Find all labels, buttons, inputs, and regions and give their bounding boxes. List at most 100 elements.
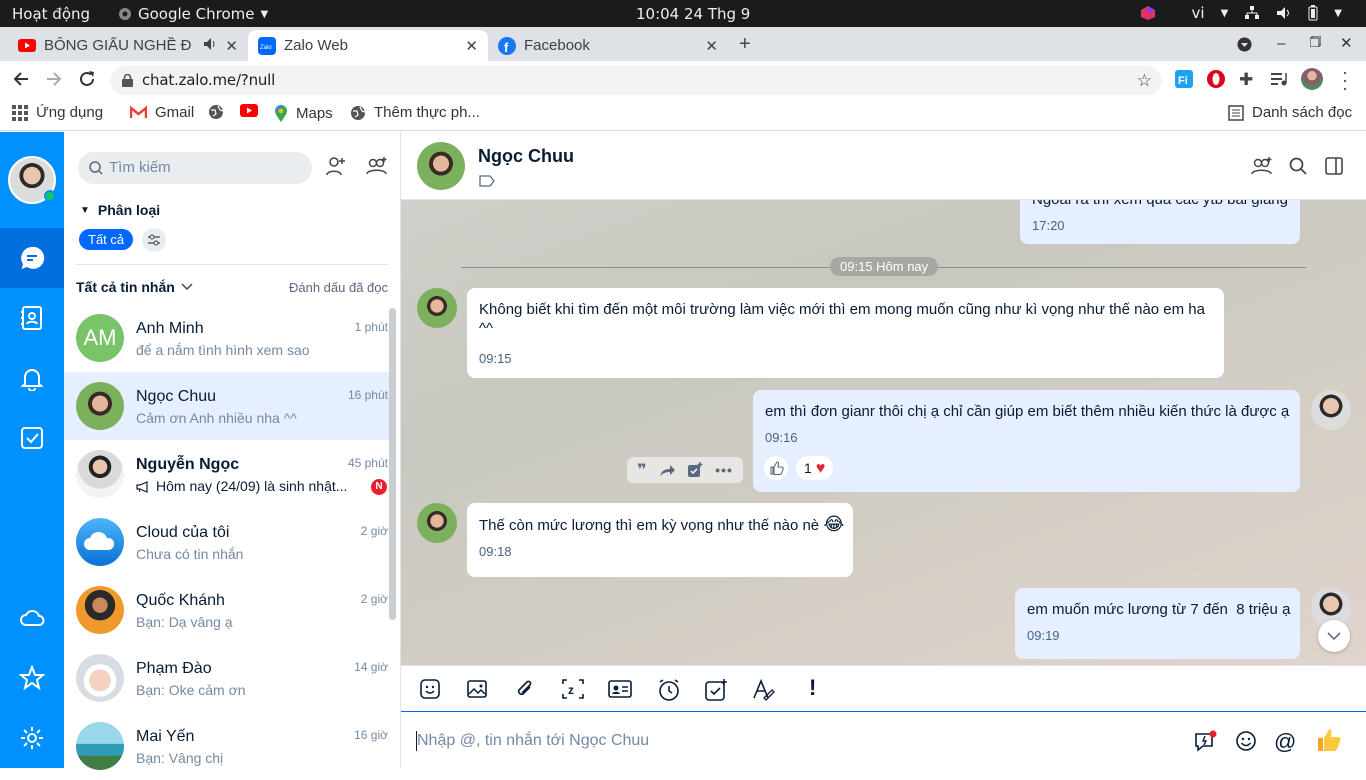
bookmark-globe[interactable] — [208, 104, 224, 120]
tab-youtube[interactable]: BÔNG GIẤU NGHỀ ĐI ✕ — [8, 30, 248, 61]
filter-all-chip[interactable]: Tất cả — [79, 229, 134, 250]
mark-read-link[interactable]: Đánh dấu đã đọc — [289, 280, 388, 295]
message-text: Thế còn mức lương thì em kỳ vọng như thế… — [479, 517, 820, 534]
close-icon[interactable]: ✕ — [465, 37, 478, 55]
unread-badge: N — [371, 479, 387, 495]
toggle-info-panel-icon[interactable] — [1325, 157, 1343, 175]
back-icon[interactable] — [12, 70, 30, 88]
message-input-placeholder: Nhập @, tin nhắn tới Ngọc Chuu — [417, 732, 650, 749]
emoji-icon[interactable] — [1235, 730, 1257, 752]
bookmark-maps[interactable]: Maps — [274, 104, 333, 122]
message-bubble-out[interactable]: Ngoài ra thì xem qua các ytb bài giảng 1… — [1020, 200, 1300, 244]
message-bubble-out[interactable]: em muốn mức lương từ 7 đến 8 triệu ạ 09:… — [1015, 588, 1300, 659]
message-input[interactable]: Nhập @, tin nhắn tới Ngọc Chuu @ — [401, 712, 1366, 768]
close-window-icon[interactable]: ✕ — [1340, 34, 1353, 52]
message-bubble-out[interactable]: em thì đơn gianr thôi chị ạ chỉ cần giúp… — [753, 390, 1300, 492]
network-icon — [1244, 6, 1260, 20]
profile-avatar[interactable] — [1301, 68, 1323, 90]
app-menu[interactable]: Google Chrome ▼ — [118, 5, 268, 23]
contact-name[interactable]: Ngọc Chuu — [478, 146, 574, 167]
reading-list[interactable]: Danh sách đọc — [1228, 104, 1352, 121]
minimize-icon[interactable]: – — [1277, 35, 1285, 52]
bookmark-apps[interactable]: Ứng dụng — [12, 104, 103, 121]
nav-contacts[interactable] — [0, 288, 64, 348]
more-options-icon[interactable]: ••• — [715, 462, 733, 478]
tab-zalo-web[interactable]: Zalo Zalo Web ✕ — [248, 30, 488, 61]
sticker-icon[interactable] — [419, 678, 441, 700]
all-messages-dropdown[interactable]: Tất cả tin nhắn — [76, 279, 193, 295]
like-reaction-button[interactable] — [764, 456, 788, 480]
contact-card-icon[interactable] — [608, 678, 632, 700]
lock-icon[interactable] — [122, 74, 133, 87]
close-icon[interactable]: ✕ — [225, 37, 238, 55]
share-icon[interactable] — [659, 463, 675, 477]
search-input[interactable]: Tìm kiếm — [78, 152, 312, 184]
conversation-item[interactable]: Cloud của tôi 2 giờ Chưa có tin nhắn — [64, 508, 391, 576]
nav-cloud[interactable] — [0, 588, 64, 648]
more-menu-icon[interactable]: · · · — [1342, 63, 1348, 97]
clock[interactable]: 10:04 24 Thg 9 — [636, 5, 750, 23]
mark-important-icon[interactable]: ! — [809, 675, 816, 701]
forward-icon[interactable] — [45, 70, 63, 88]
extension-fi-icon[interactable]: Fi — [1175, 70, 1193, 88]
nav-favorites[interactable] — [0, 648, 64, 708]
conversation-item[interactable]: Quốc Khánh 2 giờ Bạn: Dạ vâng ạ — [64, 576, 391, 644]
create-group-icon[interactable] — [366, 156, 388, 176]
message-bubble-in[interactable]: Không biết khi tìm đến một môi trường là… — [467, 288, 1224, 378]
address-bar[interactable]: chat.zalo.me/?null ☆ — [110, 66, 1162, 95]
tab-search-icon[interactable] — [1237, 37, 1252, 52]
new-tab-icon[interactable]: + — [739, 33, 751, 56]
tab-facebook[interactable]: f Facebook ✕ — [488, 30, 728, 61]
nav-notifications[interactable] — [0, 348, 64, 408]
conversation-item[interactable]: Nguyễn Ngọc 45 phút Hôm nay (24/09) là s… — [64, 440, 391, 508]
system-tray[interactable]: vi ▼ ▼ — [1140, 4, 1342, 22]
conversation-item[interactable]: Phạm Đào 14 giờ Bạn: Oke cảm ơn — [64, 644, 391, 712]
bookmark-gmail[interactable]: Gmail — [130, 104, 194, 121]
conversation-item[interactable]: Mai Yến 16 giờ Bạn: Vâng chị — [64, 712, 391, 780]
conversation-scrollbar[interactable] — [389, 308, 396, 620]
contact-avatar[interactable] — [417, 142, 465, 190]
search-icon[interactable] — [1289, 157, 1307, 175]
mention-icon[interactable]: @ — [1274, 729, 1296, 755]
screenshot-icon[interactable]: z — [561, 678, 585, 700]
bookmark-youtube[interactable] — [240, 104, 258, 117]
extensions-puzzle-icon[interactable]: ✚ — [1239, 70, 1253, 90]
add-todo-icon[interactable] — [687, 462, 703, 478]
nav-messages[interactable] — [0, 228, 64, 288]
attachment-icon[interactable] — [514, 678, 536, 700]
thumbs-up-send-icon[interactable] — [1314, 726, 1342, 754]
maximize-icon[interactable] — [1310, 36, 1321, 47]
quote-icon[interactable]: ❞ — [637, 460, 646, 480]
message-bubble-in[interactable]: Thế còn mức lương thì em kỳ vọng như thế… — [467, 503, 853, 577]
nav-settings[interactable] — [0, 708, 64, 768]
chat-header: Ngọc Chuu — [401, 132, 1366, 200]
reload-icon[interactable] — [78, 70, 96, 88]
assign-todo-icon[interactable] — [704, 678, 728, 702]
tag-icon[interactable] — [479, 175, 495, 187]
nav-todo[interactable] — [0, 408, 64, 468]
language-indicator[interactable]: vi — [1192, 4, 1205, 22]
bookmark-star-icon[interactable]: ☆ — [1137, 71, 1152, 91]
conversation-item-active[interactable]: Ngọc Chuu 16 phút Cảm ơn Anh nhiều nha ^… — [64, 372, 391, 440]
contact-avatar[interactable] — [417, 288, 457, 328]
contact-avatar[interactable] — [417, 503, 457, 543]
reaction-summary[interactable]: 1 ♥ — [796, 456, 834, 480]
user-avatar[interactable] — [8, 156, 56, 204]
add-friend-icon[interactable] — [326, 156, 346, 176]
user-avatar[interactable] — [1311, 390, 1351, 430]
filter-settings-icon[interactable] — [142, 228, 166, 252]
scroll-to-bottom-button[interactable] — [1318, 620, 1350, 652]
quick-message-icon[interactable] — [1194, 730, 1218, 754]
image-icon[interactable] — [466, 678, 488, 700]
add-to-group-icon[interactable] — [1251, 156, 1273, 176]
activities-button[interactable]: Hoạt động — [12, 5, 90, 23]
bookmark-more[interactable]: Thêm thực ph... — [350, 104, 480, 121]
speaker-icon[interactable] — [204, 38, 216, 50]
category-header[interactable]: ▼ Phân loại — [80, 202, 160, 218]
reminder-clock-icon[interactable] — [657, 678, 681, 702]
close-icon[interactable]: ✕ — [705, 37, 718, 55]
text-format-icon[interactable] — [752, 678, 776, 702]
media-control-icon[interactable] — [1270, 70, 1288, 88]
conversation-item[interactable]: AM Anh Minh 1 phút để a nắm tình hình xe… — [64, 304, 391, 372]
opera-extension-icon[interactable] — [1207, 70, 1225, 88]
